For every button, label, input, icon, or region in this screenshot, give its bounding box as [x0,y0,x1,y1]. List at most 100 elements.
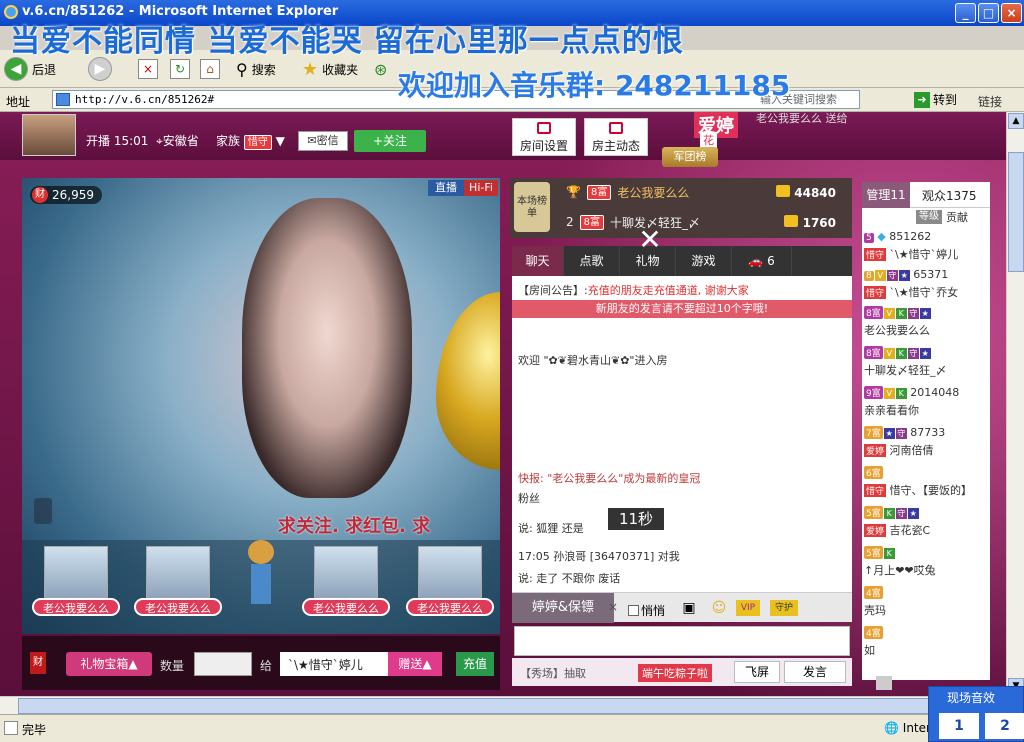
scroll-up-icon[interactable]: ▲ [1008,113,1024,129]
car-count: 6 [767,254,775,268]
list-item[interactable]: 十聊发〆轻狂_〆 [864,362,988,378]
cai-button[interactable]: 财 [30,652,46,674]
tab-chat[interactable]: 聊天 [512,246,564,276]
list-item[interactable]: 壳玛 [864,602,988,618]
list-item[interactable]: 如 [864,642,988,658]
live-button[interactable]: 直播 [428,180,464,196]
quantity-input[interactable] [194,652,252,676]
stop-icon: × [138,59,158,79]
vip-icon[interactable]: VIP [736,600,760,616]
effect-2-button[interactable]: 2 [985,713,1024,739]
close-tab-icon[interactable]: × [608,600,618,614]
list-item[interactable]: 5富 K [864,546,988,559]
host-news-button[interactable]: 房主动态 [584,118,648,156]
family-tag: 惜守 [864,484,887,497]
list-item[interactable]: 8富 V K 守 ★ [864,346,988,359]
seat[interactable]: 老公我要么么 [32,546,120,626]
list-item[interactable]: 4富 [864,626,988,639]
user-name: 惜守、【要饭的】 [889,484,973,497]
rank-score-value: 44840 [794,185,836,200]
list-item[interactable]: 惜守 惜守、【要饭的】 [864,482,988,498]
tab-song[interactable]: 点歌 [564,246,620,276]
microphone-icon[interactable] [34,498,52,524]
charge-button[interactable]: 充值 [456,652,494,676]
audience-list[interactable]: 5 ◆ 851262 惜守 `\★惜守`婷儿 8 V 守 ★ 65371 惜守 `\★… [862,226,990,680]
list-item[interactable]: 6富 [864,466,988,479]
recipient-input[interactable]: `\★惜守`婷儿 [280,652,388,676]
seat[interactable]: 老公我要么么 [406,546,494,626]
list-item[interactable]: 惜守 `\★惜守`婷儿 [864,246,988,262]
fly-screen-button[interactable]: 飞屏 [734,661,780,683]
maximize-button[interactable]: □ [978,3,999,23]
close-icon[interactable]: ✕ [636,226,664,254]
tab-private-chat[interactable]: 婷婷&保镖 [512,593,614,623]
vertical-scrollbar[interactable]: ▲ ▼ [1006,112,1024,696]
seat-label: 老公我要么么 [406,598,494,616]
v-icon: V [883,348,895,359]
promo-banner[interactable]: 端午吃粽子啦 [638,664,712,682]
tab-viewers[interactable]: 观众1375 [922,187,977,204]
links-button[interactable]: 链接 [978,93,1002,110]
list-item[interactable]: 4富 [864,586,988,599]
tab-game[interactable]: 游戏 [676,246,732,276]
chevron-down-icon[interactable]: ▼ [276,134,285,148]
list-item[interactable]: 5 ◆ 851262 [864,230,988,243]
chat-input[interactable] [514,626,850,656]
image-icon[interactable]: ▣ [680,600,698,616]
level-badge: 9富 [864,386,883,399]
minimize-button[interactable]: _ [955,3,976,23]
chat-line: 说: 狐狸 还是 [518,522,584,535]
private-toggle[interactable]: 悄悄 [628,602,665,619]
army-rank-button[interactable]: 军团榜 [662,147,718,167]
list-item[interactable]: 亲亲看看你 [864,402,988,418]
rank-row[interactable]: 🏆 8富 老公我要么么 44840 [566,180,846,204]
favorites-label: 收藏夹 [322,62,359,77]
list-item[interactable]: ↑月上❤❤哎兔 [864,562,988,578]
room-settings-button[interactable]: 房间设置 [512,118,576,156]
private-checkbox[interactable] [628,605,639,616]
tab-managers[interactable]: 管理11 [862,182,910,208]
host-avatar[interactable] [22,114,76,156]
sort-level-button[interactable]: 等级 [916,210,942,224]
list-item[interactable]: 老公我要么么 [864,322,988,338]
list-item[interactable]: 8富 V K 守 ★ [864,306,988,319]
tab-car[interactable]: 🚗 6 [732,246,792,276]
list-item[interactable]: 爱婷 河南倍倩 [864,442,988,458]
v-icon: V [883,308,895,319]
family-tag[interactable]: 惜守 [243,135,272,150]
close-button[interactable]: × [1001,3,1022,23]
list-item[interactable]: 5富 K 守 ★ [864,506,988,519]
home-icon: ⌂ [200,59,220,79]
seat[interactable]: 老公我要么么 [134,546,222,626]
list-item[interactable]: 惜守 `\★惜守`乔女 [864,284,988,300]
speak-button[interactable]: 发言 [784,661,846,683]
rank-row[interactable]: 2 8富 十聊发〆轻狂_〆 1760 [566,210,846,234]
list-item[interactable]: 7富 ★ 守 87733 [864,426,988,439]
list-item[interactable]: 爱婷 吉花瓷C [864,522,988,538]
chat-log[interactable]: 【房间公告】:充值的朋友走充值通道, 谢谢大家 新朋友的发言请不要超过10个字哦… [512,276,852,592]
room-header: 开播 15:01 ⌖安徽省 家族 惜守 ▼ ✉密信 +关注 房间设置 房主动态 … [0,112,1006,160]
send-gift-button[interactable]: 赠送▲ [388,652,442,676]
horizontal-scrollbar[interactable] [0,696,1006,714]
message-button[interactable]: ✉密信 [298,131,348,151]
gift-box-button[interactable]: 礼物宝箱▲ [66,652,152,676]
seat[interactable]: 老公我要么么 [302,546,390,626]
emoji-icon[interactable]: ☺ [710,600,728,616]
notice-label: 【房间公告】: [518,284,588,297]
v-icon: V [874,270,886,281]
hscroll-thumb[interactable] [18,698,978,714]
sort-contribution-button[interactable]: 贡献 [946,209,968,225]
list-item[interactable]: 8 V 守 ★ 65371 [864,268,988,281]
volume-icon[interactable] [876,676,892,690]
user-name: 老公我要么么 [864,324,930,337]
follow-button[interactable]: +关注 [354,130,426,152]
hifi-button[interactable]: Hi-Fi [464,180,498,196]
list-item[interactable]: 9富 V K 2014048 [864,386,988,399]
level-badge: 4富 [864,586,883,599]
level-badge: 5 [864,233,874,243]
scroll-thumb[interactable] [1008,152,1024,272]
go-button[interactable]: ➜ 转到 [914,90,957,109]
effect-1-button[interactable]: 1 [939,713,979,739]
guard-icon[interactable]: 守护 [770,600,798,616]
flower-tag[interactable]: 花 [700,132,717,148]
